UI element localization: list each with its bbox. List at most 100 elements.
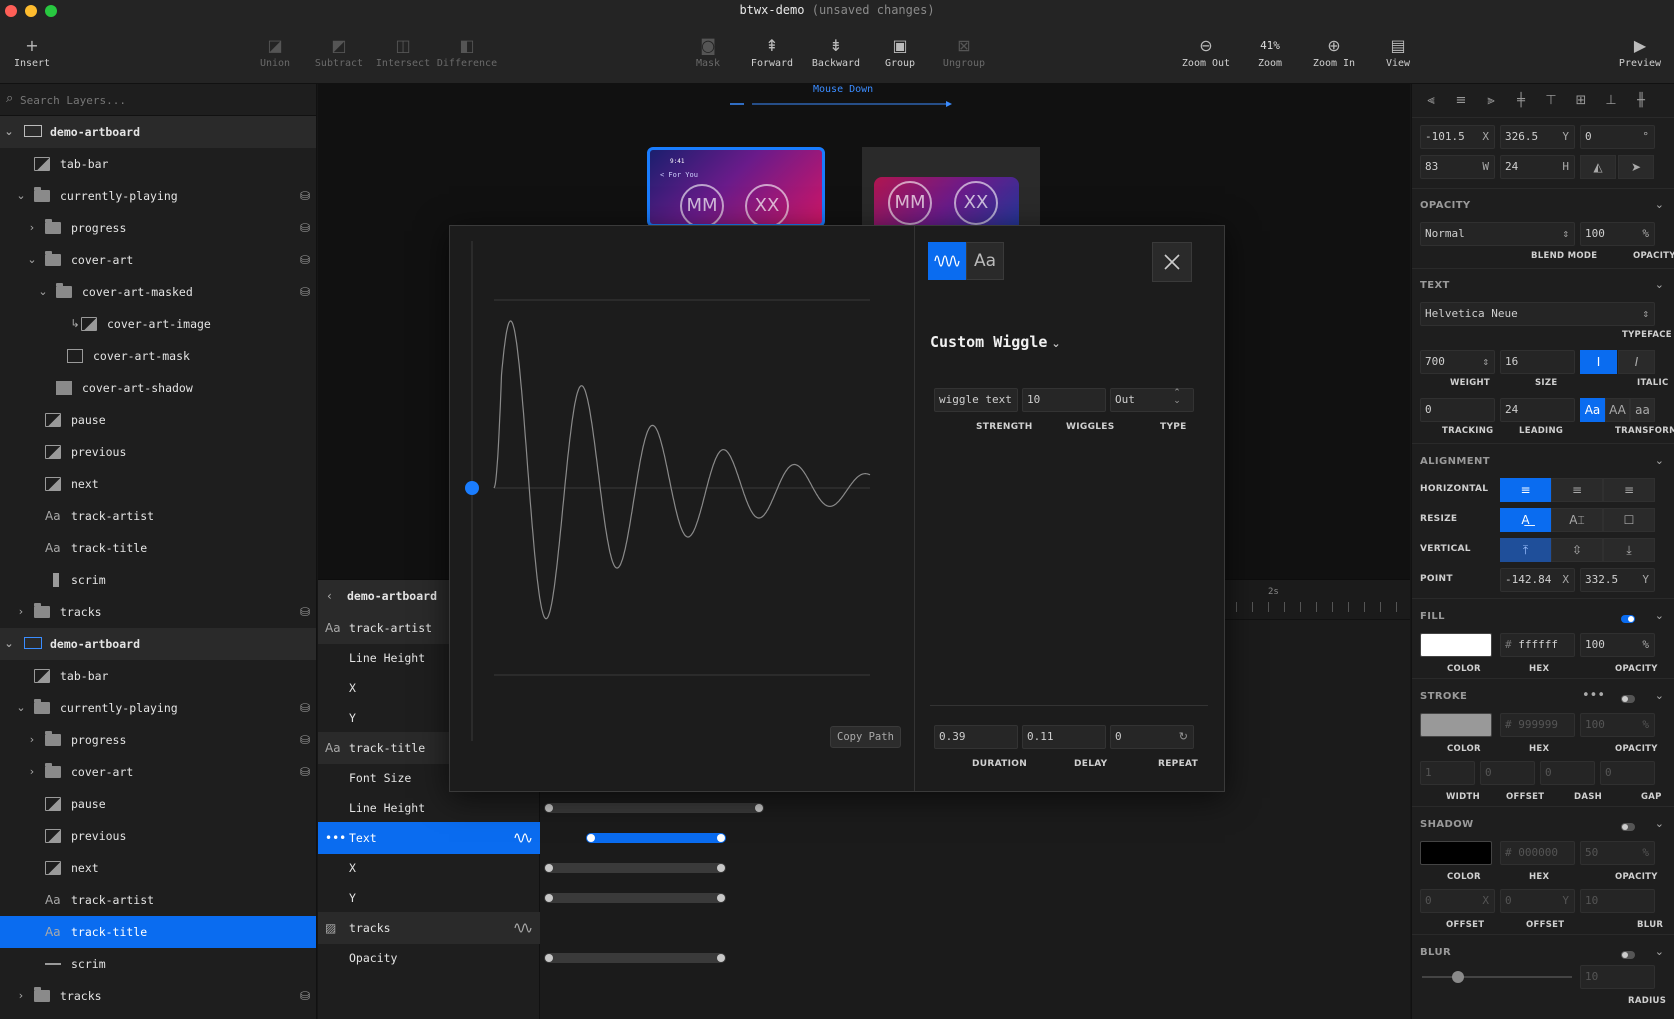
stroke-gap-field[interactable]: 0 xyxy=(1600,761,1655,785)
align-middle-icon[interactable]: ⊞ xyxy=(1570,90,1592,112)
artboard-thumbnail-selected[interactable]: 9:41 < For You MM XX xyxy=(647,147,825,227)
fill-hex-field[interactable]: # ffffff xyxy=(1500,633,1575,657)
shadow-x-field[interactable]: 0X xyxy=(1420,889,1495,913)
layer-item[interactable]: scrim xyxy=(0,564,316,596)
layer-item[interactable]: tab-bar xyxy=(0,148,316,180)
timeline-property-row[interactable]: ••• Text xyxy=(318,822,540,854)
layer-item[interactable]: pause xyxy=(0,404,316,436)
point-x-field[interactable]: -142.84 X xyxy=(1500,568,1575,592)
timeline-layer-row[interactable]: ▨ tracks xyxy=(318,912,540,944)
strength-field[interactable]: wiggle text xyxy=(934,388,1018,412)
transform-lower-button[interactable]: aa xyxy=(1630,398,1655,422)
layer-item[interactable]: › tracks ⛁ xyxy=(0,980,316,1012)
chevron-down-icon[interactable]: ⌄ xyxy=(3,628,15,660)
ungroup-button[interactable]: ⊠ Ungroup xyxy=(929,34,999,69)
blur-radius-slider[interactable] xyxy=(1422,971,1572,983)
type-select[interactable]: Out xyxy=(1110,388,1194,412)
layer-item[interactable]: ⌄ currently-playing ⛁ xyxy=(0,692,316,724)
layer-lock-icon[interactable]: ⛁ xyxy=(300,692,310,724)
keyframe-tween-bar[interactable] xyxy=(544,803,764,813)
layer-lock-icon[interactable]: ⛁ xyxy=(300,180,310,212)
layer-item[interactable]: tab-bar xyxy=(0,660,316,692)
chevron-down-icon[interactable]: ⌄ xyxy=(3,116,15,148)
union-button[interactable]: ◪ Union xyxy=(240,34,310,69)
fill-toggle[interactable] xyxy=(1621,615,1635,623)
stroke-width-field[interactable]: 1 xyxy=(1420,761,1475,785)
chevron-down-icon[interactable]: ⌄ xyxy=(15,180,27,212)
layer-item[interactable]: previous xyxy=(0,436,316,468)
more-options-icon[interactable]: ••• xyxy=(1582,685,1605,707)
align-text-center-icon[interactable]: ≡ xyxy=(1551,478,1603,502)
layer-item[interactable]: Aa track-title xyxy=(0,916,316,948)
shadow-toggle[interactable] xyxy=(1621,823,1635,831)
resize-auto-width-icon[interactable]: A͟ xyxy=(1500,508,1551,532)
shadow-opacity-field[interactable]: 50% xyxy=(1580,841,1655,865)
duration-field[interactable]: 0.39 xyxy=(934,725,1018,749)
repeat-field[interactable]: 0 ↻ xyxy=(1110,725,1194,749)
chevron-right-icon[interactable]: › xyxy=(26,724,38,756)
stroke-dash-field[interactable]: 0 xyxy=(1540,761,1595,785)
view-button[interactable]: ▤ View xyxy=(1363,34,1433,69)
layer-item[interactable]: › cover-art ⛁ xyxy=(0,756,316,788)
shadow-blur-field[interactable]: 10 xyxy=(1580,889,1655,913)
chevron-right-icon[interactable]: › xyxy=(26,212,38,244)
layer-item[interactable]: Aa track-title xyxy=(0,532,316,564)
transform-none-button[interactable]: Aa xyxy=(1580,398,1605,422)
keyframe-tween-bar[interactable] xyxy=(544,893,726,903)
chevron-down-icon[interactable]: ⌄ xyxy=(1655,198,1664,211)
layer-item[interactable]: cover-art-shadow xyxy=(0,372,316,404)
font-size-field[interactable]: 16 xyxy=(1500,350,1575,374)
delay-field[interactable]: 0.11 xyxy=(1022,725,1106,749)
chevron-right-icon[interactable]: › xyxy=(26,756,38,788)
blur-radius-field[interactable]: 10 xyxy=(1580,965,1655,989)
layer-item[interactable]: ⌄ demo-artboard xyxy=(0,628,316,660)
layer-lock-icon[interactable]: ⛁ xyxy=(300,244,310,276)
stroke-hex-field[interactable]: # 999999 xyxy=(1500,713,1575,737)
forward-button[interactable]: ⇞ Forward xyxy=(737,34,807,69)
text-mode-button[interactable]: Aa xyxy=(966,242,1004,280)
italic-on-button[interactable]: I xyxy=(1618,350,1655,374)
tracking-field[interactable]: 0 xyxy=(1420,398,1495,422)
layer-lock-icon[interactable]: ⛁ xyxy=(300,980,310,1012)
preview-button[interactable]: ▶ Preview xyxy=(1605,34,1674,69)
layer-item[interactable]: pause xyxy=(0,788,316,820)
shadow-y-field[interactable]: 0Y xyxy=(1500,889,1575,913)
resize-fixed-icon[interactable]: ☐ xyxy=(1603,508,1655,532)
layer-lock-icon[interactable]: ⛁ xyxy=(300,276,310,308)
shadow-hex-field[interactable]: # 000000 xyxy=(1500,841,1575,865)
copy-path-button[interactable]: Copy Path xyxy=(830,726,901,748)
leading-field[interactable]: 24 xyxy=(1500,398,1575,422)
keyframe-tween-bar[interactable] xyxy=(544,863,726,873)
group-button[interactable]: ▣ Group xyxy=(865,34,935,69)
point-y-field[interactable]: 332.5 Y xyxy=(1580,568,1655,592)
graph-handle[interactable] xyxy=(465,481,479,495)
layer-item[interactable]: next xyxy=(0,468,316,500)
difference-button[interactable]: ◧ Difference xyxy=(432,34,502,69)
mask-button[interactable]: ◙ Mask xyxy=(673,34,743,69)
align-bottom-text-icon[interactable]: ⤓ xyxy=(1603,538,1655,562)
chevron-down-icon[interactable]: ⌄ xyxy=(15,692,27,724)
slider-handle[interactable] xyxy=(1452,971,1464,983)
flip-horizontal-icon[interactable]: ◭ xyxy=(1580,155,1616,179)
distribute-vertical-icon[interactable]: ╫ xyxy=(1630,90,1652,112)
stroke-opacity-field[interactable]: 100% xyxy=(1580,713,1655,737)
weight-select[interactable]: 700 ⇕ xyxy=(1420,350,1495,374)
align-top-text-icon[interactable]: ⤒ xyxy=(1500,538,1551,562)
align-left-icon[interactable]: ⫷ xyxy=(1420,90,1442,112)
align-middle-text-icon[interactable]: ⇳ xyxy=(1551,538,1603,562)
layer-item[interactable]: › tracks ⛁ xyxy=(0,596,316,628)
x-field[interactable]: -101.5 X xyxy=(1420,125,1495,149)
zoom-in-button[interactable]: ⊕ Zoom In xyxy=(1299,34,1369,69)
fill-color-swatch[interactable] xyxy=(1420,633,1492,657)
artboard-thumbnail[interactable]: MM XX xyxy=(862,147,1040,227)
blur-toggle[interactable] xyxy=(1621,951,1635,959)
backward-button[interactable]: ⇟ Backward xyxy=(801,34,871,69)
layer-lock-icon[interactable]: ⛁ xyxy=(300,596,310,628)
italic-off-button[interactable]: I xyxy=(1580,350,1617,374)
search-input[interactable] xyxy=(20,90,300,110)
zoom-menu[interactable]: 41% Zoom xyxy=(1235,34,1305,69)
chevron-down-icon[interactable]: ⌄ xyxy=(1655,817,1664,830)
opacity-field[interactable]: 100% xyxy=(1580,222,1655,246)
subtract-button[interactable]: ◩ Subtract xyxy=(304,34,374,69)
align-text-left-icon[interactable]: ≡ xyxy=(1500,478,1551,502)
